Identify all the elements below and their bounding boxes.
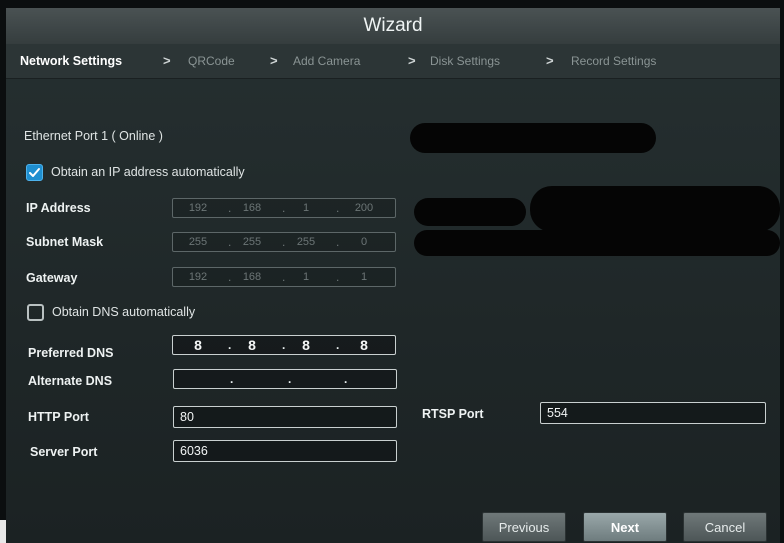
obtain-ip-label: Obtain an IP address automatically [51, 165, 245, 179]
alternate-dns-field[interactable]: . . . [173, 369, 397, 389]
ip-separator: . [228, 235, 232, 249]
server-port-label: Server Port [30, 445, 98, 459]
gateway-octet: 1 [302, 271, 310, 283]
step-network-settings[interactable]: Network Settings [20, 44, 122, 78]
step-chevron-icon: > [163, 53, 171, 68]
ip-separator: . [228, 201, 232, 215]
subnet-octet: 255 [296, 236, 316, 248]
ip-separator: . [336, 201, 340, 215]
redacted-area [530, 186, 780, 232]
window-title: Wizard [6, 8, 780, 44]
previous-button[interactable]: Previous [482, 512, 566, 542]
wizard-window: Wizard Network Settings > QRCode > Add C… [6, 8, 780, 543]
obtain-dns-checkbox[interactable] [27, 304, 44, 321]
dns-octet: 8 [248, 337, 256, 353]
redacted-area [414, 230, 780, 256]
ip-separator: . [228, 270, 232, 284]
dns-octet [234, 370, 272, 388]
ip-separator: . [336, 235, 340, 249]
step-chevron-icon: > [408, 53, 416, 68]
gateway-label: Gateway [26, 271, 78, 285]
cancel-button[interactable]: Cancel [683, 512, 767, 542]
ip-separator: . [336, 270, 340, 284]
ip-octet: 168 [242, 202, 262, 214]
http-port-label: HTTP Port [28, 410, 89, 424]
ip-separator: . [336, 338, 340, 352]
step-disk-settings[interactable]: Disk Settings [430, 44, 500, 78]
dns-octet [288, 370, 326, 388]
ip-address-field[interactable]: 192 . 168 . 1 . 200 [172, 198, 396, 218]
checkmark-icon [29, 168, 40, 177]
ip-octet: 192 [188, 202, 208, 214]
step-add-camera[interactable]: Add Camera [293, 44, 360, 78]
step-chevron-icon: > [546, 53, 554, 68]
dns-octet [346, 370, 384, 388]
rtsp-port-input[interactable]: 554 [540, 402, 766, 424]
gateway-field[interactable]: 192 . 168 . 1 . 1 [172, 267, 396, 287]
redacted-area [414, 198, 526, 226]
obtain-dns-label: Obtain DNS automatically [52, 305, 196, 319]
ip-separator: . [230, 372, 234, 386]
http-port-input[interactable]: 80 [173, 406, 397, 428]
preferred-dns-field[interactable]: 8 . 8 . 8 . 8 [172, 335, 396, 355]
ip-separator: . [282, 201, 286, 215]
dns-octet: 8 [194, 337, 202, 353]
dns-octet: 8 [302, 337, 310, 353]
ip-separator: . [282, 270, 286, 284]
step-qrcode[interactable]: QRCode [188, 44, 235, 78]
rtsp-port-label: RTSP Port [422, 407, 484, 421]
screen-edge [0, 520, 6, 543]
ip-octet: 1 [302, 202, 310, 214]
redacted-area [410, 123, 656, 153]
subnet-mask-field[interactable]: 255 . 255 . 255 . 0 [172, 232, 396, 252]
obtain-ip-checkbox[interactable] [26, 164, 43, 181]
dns-octet [180, 370, 218, 388]
ip-address-label: IP Address [26, 201, 91, 215]
preferred-dns-label: Preferred DNS [28, 346, 114, 360]
subnet-octet: 255 [188, 236, 208, 248]
ip-octet: 200 [354, 202, 374, 214]
ip-separator: . [282, 235, 286, 249]
ip-separator: . [228, 338, 232, 352]
subnet-octet: 0 [360, 236, 368, 248]
alternate-dns-label: Alternate DNS [28, 374, 113, 388]
gateway-octet: 1 [360, 271, 368, 283]
dns-octet: 8 [360, 337, 368, 353]
step-record-settings[interactable]: Record Settings [571, 44, 656, 78]
gateway-octet: 168 [242, 271, 262, 283]
next-button[interactable]: Next [583, 512, 667, 542]
ip-separator: . [282, 338, 286, 352]
ethernet-port-label: Ethernet Port 1 ( Online ) [24, 129, 163, 143]
subnet-octet: 255 [242, 236, 262, 248]
subnet-mask-label: Subnet Mask [26, 235, 104, 249]
gateway-octet: 192 [188, 271, 208, 283]
step-chevron-icon: > [270, 53, 278, 68]
wizard-steps: Network Settings > QRCode > Add Camera >… [6, 44, 780, 79]
server-port-input[interactable]: 6036 [173, 440, 397, 462]
